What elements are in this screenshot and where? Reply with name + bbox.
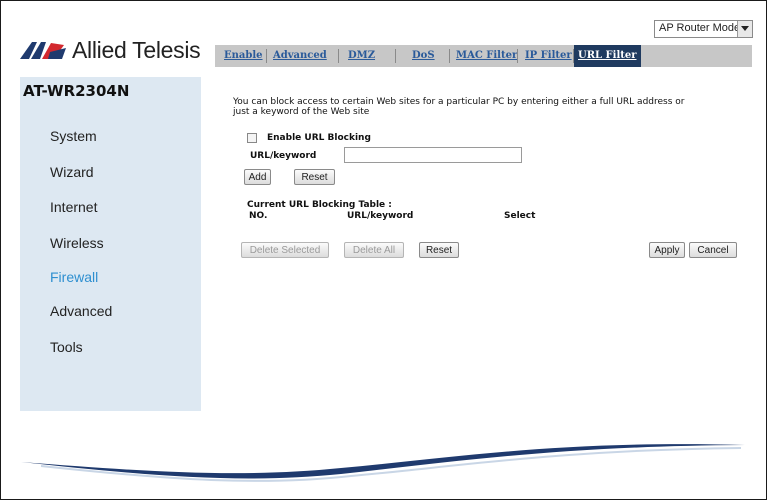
sidebar-item-firewall[interactable]: Firewall	[50, 269, 98, 285]
sidebar-item-internet[interactable]: Internet	[50, 199, 97, 215]
allied-telesis-logo-icon	[20, 42, 66, 59]
tab-dos[interactable]: DoS	[412, 45, 435, 67]
chevron-down-icon	[741, 26, 749, 31]
sidebar-item-tools[interactable]: Tools	[50, 339, 83, 355]
description-line: You can block access to certain Web site…	[233, 97, 685, 107]
sidebar-item-advanced[interactable]: Advanced	[50, 303, 112, 319]
apply-button[interactable]: Apply	[649, 242, 685, 258]
reset-button[interactable]: Reset	[294, 169, 335, 185]
tab-divider	[395, 49, 396, 63]
tab-enable[interactable]: Enable	[224, 45, 263, 67]
tab-mac-filter[interactable]: MAC Filter	[456, 45, 517, 67]
enable-url-blocking-label: Enable URL Blocking	[267, 133, 371, 143]
blocking-table-title: Current URL Blocking Table :	[247, 200, 392, 210]
tab-advanced[interactable]: Advanced	[273, 45, 327, 67]
router-admin-page: Allied Telesis AP Router Mode Enable Adv…	[0, 0, 767, 500]
column-header-no: NO.	[249, 211, 268, 221]
tab-divider	[517, 49, 518, 63]
tab-divider	[266, 49, 267, 63]
mode-select[interactable]: AP Router Mode	[654, 20, 753, 38]
sidebar-item-wizard[interactable]: Wizard	[50, 164, 94, 180]
sidebar-item-wireless[interactable]: Wireless	[50, 235, 104, 251]
tab-divider	[338, 49, 339, 63]
mode-dropdown-button[interactable]	[737, 21, 752, 37]
brand-logo: Allied Telesis	[20, 35, 201, 65]
page-description: You can block access to certain Web site…	[233, 97, 743, 117]
enable-url-blocking-row: Enable URL Blocking	[247, 133, 371, 143]
sidebar-item-system[interactable]: System	[50, 128, 97, 144]
column-header-url-keyword: URL/keyword	[347, 211, 414, 221]
mode-select-value: AP Router Mode	[659, 22, 741, 34]
enable-url-blocking-checkbox[interactable]	[247, 133, 257, 143]
brand-name: Allied Telesis	[72, 36, 201, 63]
table-reset-button[interactable]: Reset	[419, 242, 459, 258]
tab-url-filter[interactable]: URL Filter	[574, 45, 641, 67]
cancel-button[interactable]: Cancel	[689, 242, 737, 258]
column-header-select: Select	[504, 211, 536, 221]
tab-dmz[interactable]: DMZ	[348, 45, 375, 67]
sidebar: AT-WR2304N System Wizard Internet Wirele…	[20, 77, 201, 411]
add-button[interactable]: Add	[244, 169, 271, 185]
delete-all-button[interactable]: Delete All	[344, 242, 404, 258]
url-keyword-label: URL/keyword	[250, 151, 317, 161]
tab-ip-filter[interactable]: IP Filter	[525, 45, 572, 67]
delete-selected-button[interactable]: Delete Selected	[241, 242, 329, 258]
description-line: just a keyword of the Web site	[233, 107, 370, 117]
model-name: AT-WR2304N	[23, 82, 130, 100]
tab-divider	[449, 49, 450, 63]
decorative-swoosh	[21, 444, 745, 482]
url-keyword-input[interactable]	[344, 147, 522, 163]
firewall-tab-bar: Enable Advanced DMZ DoS MAC Filter IP Fi…	[215, 45, 752, 67]
